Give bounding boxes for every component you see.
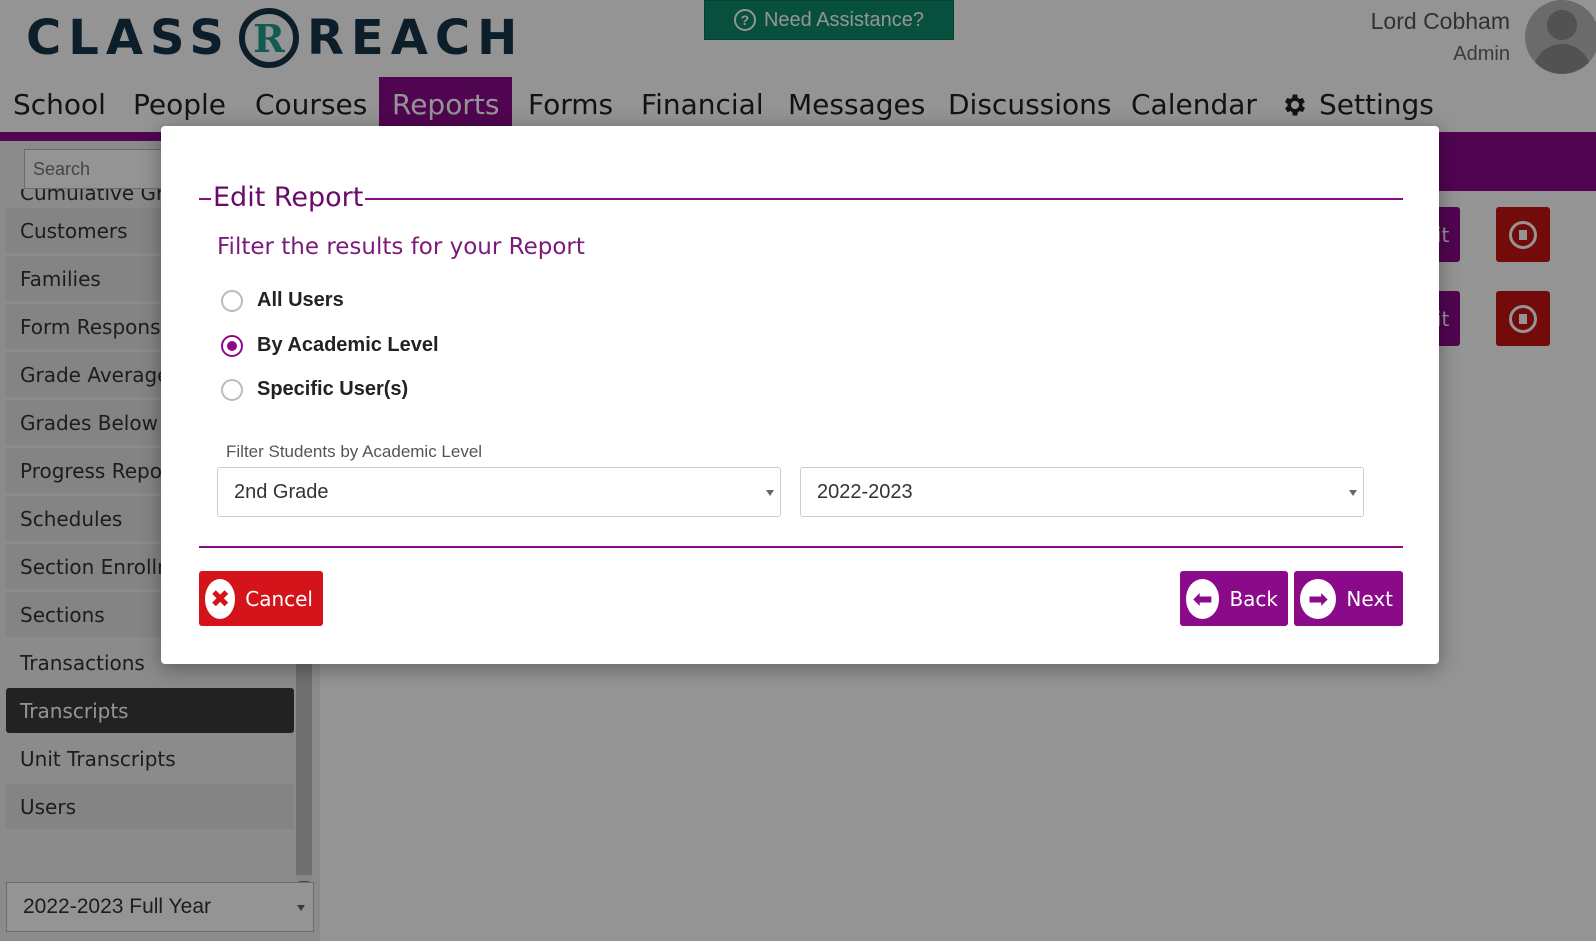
radio-specific-users[interactable]: Specific User(s): [221, 378, 408, 401]
radio-button[interactable]: [221, 378, 243, 401]
back-button-label: Back: [1229, 586, 1278, 611]
radio-by-academic-level[interactable]: By Academic Level: [221, 334, 439, 357]
radio-label: Specific User(s): [257, 378, 409, 400]
close-icon: ✖: [205, 578, 236, 619]
arrow-left-icon: ⬅: [1186, 578, 1220, 619]
modal-subtitle: Filter the results for your Report: [217, 234, 585, 260]
radio-all-users[interactable]: All Users: [221, 289, 344, 312]
cancel-button-label: Cancel: [245, 586, 313, 611]
school-year-value: 2022-2023: [817, 480, 913, 503]
academic-level-select[interactable]: 2nd Grade: [217, 467, 781, 517]
edit-report-modal: Edit Report Filter the results for your …: [161, 126, 1439, 664]
legend-rule: [199, 198, 1403, 200]
next-button-label: Next: [1346, 586, 1393, 611]
back-button[interactable]: ⬅ Back: [1180, 571, 1288, 626]
cancel-button[interactable]: ✖ Cancel: [199, 571, 323, 626]
academic-level-value: 2nd Grade: [234, 480, 329, 503]
radio-label: By Academic Level: [257, 334, 439, 356]
radio-label: All Users: [257, 289, 344, 311]
chevron-down-icon: [766, 490, 774, 496]
app: CLASS R REACH ? Need Assistance? Lord Co…: [0, 0, 1596, 941]
radio-button[interactable]: [221, 289, 243, 312]
radio-button-selected[interactable]: [221, 334, 243, 357]
next-button[interactable]: ➡ Next: [1294, 571, 1403, 626]
filter-label: Filter Students by Academic Level: [226, 442, 483, 461]
school-year-select[interactable]: 2022-2023: [800, 467, 1364, 517]
chevron-down-icon: [1349, 490, 1357, 496]
arrow-right-icon: ➡: [1300, 578, 1337, 619]
modal-title: Edit Report: [211, 182, 366, 213]
footer-divider: [199, 546, 1403, 548]
